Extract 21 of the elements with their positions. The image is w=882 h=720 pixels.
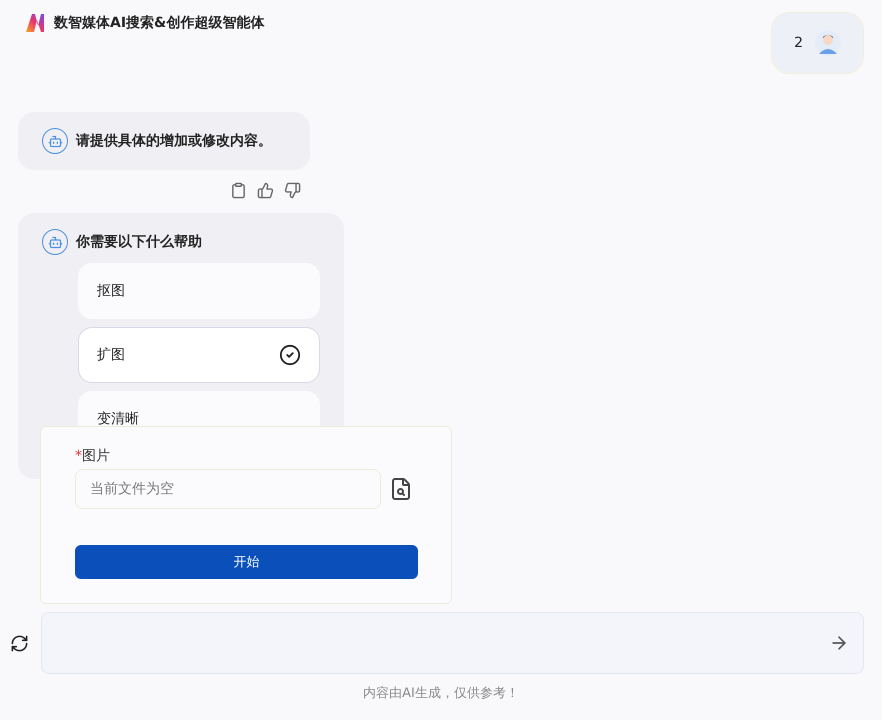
logo-icon	[24, 12, 46, 34]
user-chip[interactable]: 2	[771, 12, 864, 74]
message-text: 你需要以下什么帮助	[76, 233, 202, 251]
disclaimer-text: 内容由AI生成，仅供参考！	[363, 685, 519, 702]
field-label: *图片	[75, 447, 111, 465]
app-title: 数智媒体AI搜索&创作超级智能体	[54, 14, 264, 32]
message-text: 请提供具体的增加或修改内容。	[76, 132, 272, 150]
file-field[interactable]: 当前文件为空	[75, 469, 381, 509]
copy-icon[interactable]	[230, 182, 247, 199]
avatar-icon	[815, 30, 841, 56]
start-button[interactable]: 开始	[75, 545, 418, 579]
option-item[interactable]: 抠图	[78, 263, 320, 319]
user-count: 2	[794, 35, 803, 51]
file-search-icon[interactable]	[389, 477, 413, 501]
thumbs-down-icon[interactable]	[284, 182, 301, 199]
option-item[interactable]: 扩图	[78, 327, 320, 383]
check-icon	[279, 344, 301, 366]
robot-icon	[42, 229, 68, 255]
refresh-icon[interactable]	[10, 634, 29, 652]
thumbs-up-icon[interactable]	[257, 182, 274, 199]
robot-icon	[42, 128, 68, 154]
